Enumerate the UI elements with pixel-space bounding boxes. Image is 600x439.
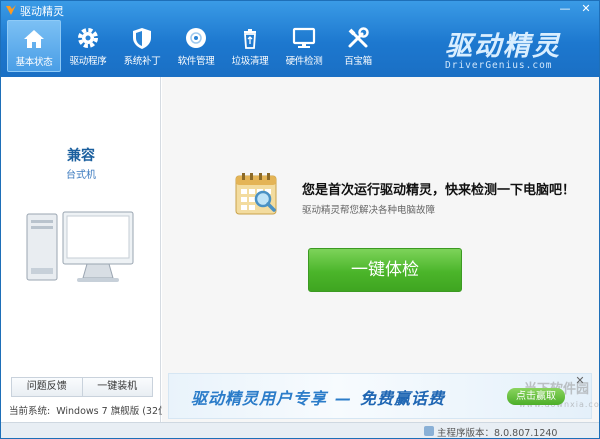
device-type: 台式机 [66, 170, 96, 181]
app-window: 驱动精灵 — ✕ 基本状态 驱动程序 系统补丁 软件管理 垃圾清理 硬件检测 百… [0, 0, 600, 439]
monitor-icon [292, 27, 316, 48]
nav-item-hardware[interactable]: 硬件检测 [277, 20, 331, 72]
main-panel: 您是首次运行驱动精灵，快来检测一下电脑吧！ 驱动精灵帮您解决各种电脑故障 一键体… [162, 77, 599, 422]
nav-label: 驱动程序 [69, 56, 107, 67]
version-number: 8.0.807.1240 [494, 428, 558, 439]
sidebar: 兼容 台式机 问题反馈 一键装机 当前系统: Windows 7 旗舰版 (32位… [1, 77, 171, 422]
app-logo-icon [6, 5, 16, 15]
desktop-computer-icon [26, 211, 134, 282]
brand-logo: 驱动精灵 DriverGenius.com [441, 22, 591, 74]
promo-text: 驱动精灵用户专享 — 免费赢话费 [191, 385, 445, 409]
promo-banner[interactable]: 驱动精灵用户专享—免费赢话费 当下软件园 www.downxia.com 点击赢… [168, 373, 599, 419]
minimize-button[interactable]: — [557, 2, 573, 16]
trash-icon [244, 29, 256, 49]
status-bar: 主程序版本：8.0.807.1240 [1, 422, 599, 438]
nav-label: 软件管理 [177, 56, 215, 67]
one-click-install-button[interactable]: 一键装机 [81, 378, 153, 396]
version-info: 主程序版本：8.0.807.1240 [437, 425, 558, 439]
title-bar: 驱动精灵 — ✕ [1, 1, 599, 19]
nav-item-cleanup[interactable]: 垃圾清理 [223, 20, 277, 72]
brand-name: 驱动精灵 [445, 31, 561, 62]
gear-icon [78, 28, 98, 48]
promo-close-icon[interactable]: ✕ [574, 375, 586, 387]
tools-icon [348, 27, 369, 48]
close-button[interactable]: ✕ [575, 2, 597, 16]
nav-item-patches[interactable]: 系统补丁 [115, 20, 169, 72]
window-controls: — ✕ [557, 2, 597, 16]
nav-item-software[interactable]: 软件管理 [169, 20, 223, 72]
version-label: 主程序版本： [437, 428, 495, 439]
compatibility-title: 兼容 [67, 148, 95, 164]
system-label: 当前系统: [9, 406, 51, 417]
promo-text-b: 免费赢话费 [360, 389, 446, 408]
header: 驱动精灵 — ✕ 基本状态 驱动程序 系统补丁 软件管理 垃圾清理 硬件检测 百… [1, 1, 599, 77]
version-icon [424, 426, 434, 436]
system-value: Windows 7 旗舰版 (32位) [56, 406, 172, 417]
nav-label: 垃圾清理 [231, 56, 269, 67]
nav-item-toolbox[interactable]: 百宝箱 [331, 20, 385, 72]
one-click-check-button[interactable]: 一键体检 [308, 248, 462, 292]
promo-dash: — [335, 389, 353, 408]
shield-icon [133, 28, 151, 49]
disc-icon [186, 28, 206, 48]
welcome-headline: 您是首次运行驱动精灵，快来检测一下电脑吧！ [302, 183, 576, 198]
calendar-search-icon [235, 173, 277, 215]
window-title: 驱动精灵 [20, 5, 64, 18]
brand-url: DriverGenius.com [445, 60, 553, 71]
nav-label: 百宝箱 [344, 56, 372, 67]
sidebar-actions: 问题反馈 一键装机 [11, 377, 153, 397]
main-nav: 基本状态 驱动程序 系统补丁 软件管理 垃圾清理 硬件检测 百宝箱 [7, 20, 385, 72]
system-info: 当前系统: Windows 7 旗舰版 (32位) [9, 403, 171, 417]
nav-item-basic-status[interactable]: 基本状态 [7, 20, 61, 72]
promo-text-a: 驱动精灵用户专享 [191, 389, 328, 408]
nav-label: 硬件检测 [285, 56, 323, 67]
promo-claim-button[interactable]: 点击赢取 [507, 388, 565, 405]
nav-item-drivers[interactable]: 驱动程序 [61, 20, 115, 72]
welcome-subline: 驱动精灵帮您解决各种电脑故障 [302, 205, 436, 216]
feedback-button[interactable]: 问题反馈 [12, 378, 82, 396]
nav-label: 系统补丁 [123, 56, 161, 67]
home-icon [24, 30, 44, 48]
nav-label: 基本状态 [15, 57, 53, 68]
